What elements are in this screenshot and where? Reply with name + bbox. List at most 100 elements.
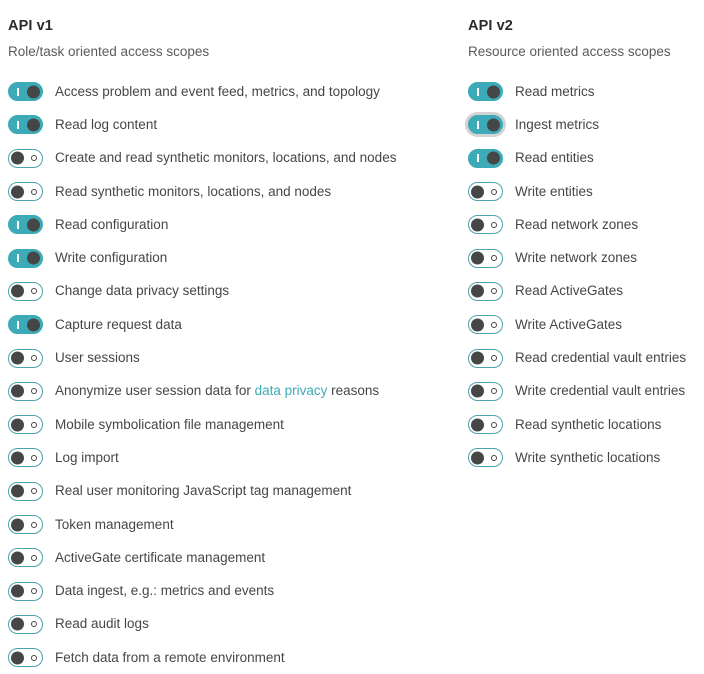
scope-toggle-on-icon[interactable] (8, 82, 43, 102)
toggle-knob (471, 284, 484, 298)
toggle-knob (471, 185, 484, 199)
scope-row[interactable]: Read audit logs (8, 608, 460, 641)
toggle-knob (471, 451, 484, 465)
scope-toggle-off-icon[interactable] (468, 315, 503, 335)
scope-row[interactable]: Read network zones (468, 208, 704, 241)
toggle-knob (27, 251, 40, 265)
scope-row[interactable]: ActiveGate certificate management (8, 541, 460, 574)
scope-label: Token management (55, 516, 174, 532)
scope-label: Mobile symbolication file management (55, 416, 284, 432)
scope-toggle-on-icon[interactable] (468, 148, 503, 168)
toggle-knob (487, 85, 500, 99)
toggle-knob (27, 85, 40, 99)
scope-toggle-on-icon[interactable] (8, 115, 43, 135)
scope-toggle-off-icon[interactable] (8, 348, 43, 368)
toggle-knob (471, 218, 484, 232)
scope-toggle-off-icon[interactable] (8, 481, 43, 501)
scope-toggle-off-icon[interactable] (8, 415, 43, 435)
scope-row[interactable]: Log import (8, 441, 460, 474)
scope-label: Write entities (515, 183, 593, 199)
scope-row[interactable]: Write configuration (8, 241, 460, 274)
scope-row[interactable]: Write credential vault entries (468, 375, 704, 408)
scope-toggle-on-icon[interactable] (8, 248, 43, 268)
scope-toggle-off-icon[interactable] (468, 348, 503, 368)
scope-row[interactable]: Read ActiveGates (468, 275, 704, 308)
scope-toggle-off-icon[interactable] (8, 648, 43, 668)
scope-toggle-off-icon[interactable] (468, 381, 503, 401)
scope-label: Read configuration (55, 216, 169, 232)
scope-row[interactable]: Access problem and event feed, metrics, … (8, 75, 460, 108)
toggle-off-circle-icon (30, 554, 37, 561)
scope-list-api-v2: Read metrics Ingest metrics Read entities W… (468, 61, 704, 475)
scope-row[interactable]: Change data privacy settings (8, 275, 460, 308)
scope-row[interactable]: Ingest metrics (468, 108, 704, 141)
toggle-off-circle-icon (30, 521, 37, 528)
scope-row[interactable]: Read log content (8, 108, 460, 141)
toggle-knob (11, 584, 24, 598)
toggle-off-circle-icon (30, 388, 37, 395)
scope-toggle-off-icon[interactable] (8, 448, 43, 468)
scope-row[interactable]: Write synthetic locations (468, 441, 704, 474)
scope-toggle-off-icon[interactable] (468, 182, 503, 202)
toggle-knob (11, 351, 24, 365)
scope-label: Read audit logs (55, 616, 149, 632)
scope-row[interactable]: Write network zones (468, 241, 704, 274)
toggle-off-circle-icon (30, 421, 37, 428)
toggle-knob (11, 484, 24, 498)
data-privacy-link[interactable]: data privacy (255, 383, 328, 398)
scope-toggle-off-icon[interactable] (8, 515, 43, 534)
toggle-off-circle-icon (30, 155, 37, 162)
scope-toggle-off-icon[interactable] (8, 581, 43, 601)
toggle-knob (27, 118, 40, 132)
scope-row[interactable]: Read entities (468, 142, 704, 175)
scope-toggle-on-icon[interactable] (468, 82, 503, 102)
scope-row[interactable]: Token management (8, 508, 460, 541)
toggle-knob (27, 218, 40, 232)
scope-label: Write ActiveGates (515, 316, 623, 332)
scope-label: Read credential vault entries (515, 350, 687, 366)
scope-row[interactable]: Capture request data (8, 308, 460, 341)
scope-toggle-on-icon[interactable] (8, 215, 43, 235)
scope-label-text-suffix: reasons (327, 383, 380, 399)
scope-toggle-off-icon[interactable] (8, 182, 43, 202)
scope-toggle-off-icon[interactable] (468, 415, 503, 435)
scope-row[interactable]: Anonymize user session data for data pri… (8, 375, 460, 408)
scope-toggle-off-icon[interactable] (8, 281, 43, 301)
scope-row[interactable]: Write ActiveGates (468, 308, 704, 341)
column-title-api-v2: API v2 (468, 18, 513, 34)
scope-label: ActiveGate certificate management (55, 549, 266, 565)
scope-row[interactable]: Write entities (468, 175, 704, 208)
scope-toggle-off-icon[interactable] (8, 148, 43, 168)
scope-label: Change data privacy settings (55, 283, 230, 299)
scope-row[interactable]: Read configuration (8, 208, 460, 241)
scope-row[interactable]: Real user monitoring JavaScript tag mana… (8, 475, 460, 508)
scope-toggle-off-icon[interactable] (468, 448, 503, 468)
scope-label: Log import (55, 449, 119, 465)
scope-row[interactable]: Mobile symbolication file management (8, 408, 460, 441)
scope-row[interactable]: Read synthetic monitors, locations, and … (8, 175, 460, 208)
scope-row[interactable]: User sessions (8, 341, 460, 374)
scope-toggle-off-icon[interactable] (8, 381, 43, 401)
toggle-off-circle-icon (490, 388, 497, 395)
scope-label: Read synthetic locations (515, 416, 662, 432)
toggle-knob (11, 651, 24, 665)
scope-row[interactable]: Fetch data from a remote environment (8, 641, 460, 674)
scope-toggle-on-icon[interactable] (8, 315, 43, 335)
toggle-off-circle-icon (490, 321, 497, 328)
toggle-knob (11, 418, 24, 432)
toggle-off-circle-icon (490, 221, 497, 228)
toggle-off-circle-icon (490, 188, 497, 195)
scope-row[interactable]: Read metrics (468, 75, 704, 108)
scope-toggle-on-icon[interactable] (468, 115, 503, 135)
toggle-knob (11, 617, 24, 631)
scope-row[interactable]: Create and read synthetic monitors, loca… (8, 142, 460, 175)
scope-toggle-off-icon[interactable] (468, 215, 503, 235)
scope-toggle-off-icon[interactable] (468, 281, 503, 301)
column-subtitle-api-v1: Role/task oriented access scopes (8, 44, 210, 59)
scope-row[interactable]: Read credential vault entries (468, 341, 704, 374)
scope-toggle-off-icon[interactable] (468, 248, 503, 268)
scope-toggle-off-icon[interactable] (8, 614, 43, 634)
scope-row[interactable]: Read synthetic locations (468, 408, 704, 441)
scope-row[interactable]: Data ingest, e.g.: metrics and events (8, 574, 460, 607)
scope-toggle-off-icon[interactable] (8, 548, 43, 568)
